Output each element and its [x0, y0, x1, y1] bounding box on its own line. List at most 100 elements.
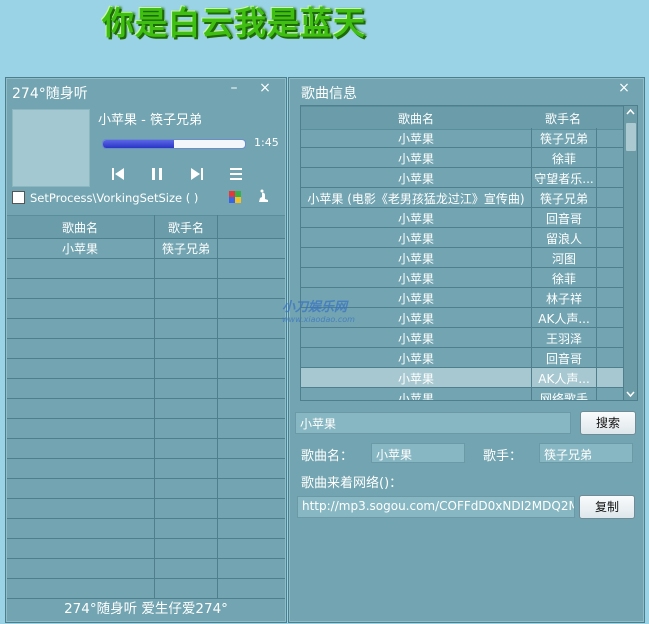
search-results-list[interactable]: 歌曲名 歌手名 小苹果 筷子兄弟 小苹果 徐菲 小苹果 守望者乐... 小苹果 (电影《老男…: [300, 105, 638, 401]
working-set-checkbox[interactable]: [12, 191, 25, 204]
result-row[interactable]: 小苹果 AK人声...: [301, 368, 623, 388]
watermark-logo: 小刀娱乐网 www.xiaodao.com: [282, 296, 355, 324]
result-col-line: [596, 348, 597, 368]
result-song: 小苹果: [397, 252, 434, 266]
watermark-text: 小刀娱乐网: [282, 300, 348, 315]
previous-icon[interactable]: [107, 164, 129, 184]
grid-row-line: [7, 298, 285, 299]
singer-field[interactable]: 筷子兄弟: [539, 443, 633, 463]
search-button[interactable]: 搜索: [580, 411, 636, 435]
result-singer: 王羽泽: [545, 332, 582, 346]
result-row[interactable]: 小苹果 网络歌手: [301, 388, 623, 401]
album-cover: [12, 109, 90, 187]
result-singer: 回音哥: [545, 212, 582, 226]
result-row[interactable]: 小苹果 王羽泽: [301, 328, 623, 348]
playlist-row-song[interactable]: 小苹果: [7, 240, 153, 257]
footer-text: 274°随身听 爱生仔爱274°: [64, 601, 228, 617]
results-scrollbar[interactable]: [623, 106, 637, 400]
result-col-line: [596, 168, 597, 188]
copy-button[interactable]: 复制: [579, 495, 635, 519]
result-singer: 回音哥: [545, 352, 582, 366]
result-col-line: [596, 188, 597, 208]
scroll-up-icon[interactable]: [626, 108, 635, 116]
result-song: 小苹果 (电影《老男孩猛龙过江》宣传曲): [307, 192, 525, 206]
results-col-singer: 歌手名: [544, 112, 581, 126]
grid-row-line: [7, 558, 285, 559]
result-col-line: [596, 228, 597, 248]
result-row[interactable]: 小苹果 (电影《老男孩猛龙过江》宣传曲) 筷子兄弟: [301, 188, 623, 208]
playlist-row-singer[interactable]: 筷子兄弟: [155, 240, 217, 257]
result-song: 小苹果: [397, 332, 434, 346]
result-singer: 林子祥: [545, 292, 582, 306]
result-row[interactable]: 小苹果 守望者乐...: [301, 168, 623, 188]
result-col-line: [596, 128, 597, 148]
grid-row-line: [7, 438, 285, 439]
info-close-button[interactable]: ×: [615, 80, 633, 96]
result-col-line: [596, 368, 597, 388]
result-singer: 网络歌手: [539, 392, 588, 401]
result-row[interactable]: 小苹果 徐菲: [301, 148, 623, 168]
result-song: 小苹果: [397, 392, 434, 401]
result-song: 小苹果: [397, 372, 434, 386]
result-col-line: [596, 268, 597, 288]
result-song: 小苹果: [397, 272, 434, 286]
grid-col-line: [154, 215, 155, 598]
grid-row-line: [7, 318, 285, 319]
result-singer: 守望者乐...: [534, 172, 594, 186]
result-row[interactable]: 小苹果 回音哥: [301, 208, 623, 228]
next-icon[interactable]: [186, 164, 208, 184]
player-close-button[interactable]: ×: [256, 80, 274, 96]
url-field[interactable]: http://mp3.sogou.com/COFFdD0xNDI2MDQ2M: [297, 496, 575, 518]
result-singer: 徐菲: [551, 152, 576, 166]
pause-icon[interactable]: [146, 164, 168, 184]
result-singer: 留浪人: [545, 232, 582, 246]
result-col-line: [596, 388, 597, 400]
playlist-col-song: 歌曲名: [61, 221, 98, 235]
result-singer: 河图: [551, 252, 576, 266]
result-row[interactable]: 小苹果 河图: [301, 248, 623, 268]
playlist-header: 歌曲名 歌手名: [7, 215, 285, 239]
scroll-down-icon[interactable]: [626, 390, 635, 398]
info-title: 歌曲信息: [301, 86, 357, 102]
scroll-thumb[interactable]: [625, 122, 637, 152]
menu-icon[interactable]: [225, 164, 247, 184]
song-info-window: 歌曲信息 × 歌曲名 歌手名 小苹果 筷子兄弟 小苹果 徐菲 小苹果 守望者乐... 小苹果…: [288, 77, 645, 623]
banner-title: 你是白云我是蓝天: [102, 4, 367, 42]
grid-row-line: [7, 498, 285, 499]
time-display: 1:45: [254, 136, 279, 149]
grid-row-line: [7, 238, 285, 239]
grid-row-line: [7, 278, 285, 279]
minimize-button[interactable]: –: [225, 80, 243, 96]
grid-col-line: [217, 215, 218, 598]
grid-row-line: [7, 518, 285, 519]
grid-row-line: [7, 418, 285, 419]
grid-row-line: [7, 258, 285, 259]
grid-row-line: [7, 378, 285, 379]
result-singer: 筷子兄弟: [539, 192, 588, 206]
result-col-line: [596, 248, 597, 268]
result-row[interactable]: 小苹果 筷子兄弟: [301, 128, 623, 148]
color-palette-icon[interactable]: [229, 191, 241, 203]
player-window: 274°随身听 – × 小苹果 - 筷子兄弟 1:45 SetProcess\V…: [5, 77, 287, 623]
search-input[interactable]: 小苹果: [295, 412, 571, 434]
player-title: 274°随身听: [12, 86, 88, 102]
grid-row-line: [7, 458, 285, 459]
results-header: 歌曲名 歌手名: [301, 106, 623, 130]
result-col-line: [596, 148, 597, 168]
result-row[interactable]: 小苹果 回音哥: [301, 348, 623, 368]
grid-row-line: [7, 578, 285, 579]
now-playing-text: 小苹果 - 筷子兄弟: [98, 113, 202, 128]
result-song: 小苹果: [397, 172, 434, 186]
result-row[interactable]: 小苹果 徐菲: [301, 268, 623, 288]
grid-row-line: [7, 478, 285, 479]
skin-icon[interactable]: [256, 189, 271, 204]
result-col-line: [596, 288, 597, 308]
song-name-field[interactable]: 小苹果: [371, 443, 465, 463]
result-singer: AK人声...: [538, 312, 590, 326]
progress-bar[interactable]: [102, 139, 246, 149]
result-song: 小苹果: [397, 132, 434, 146]
results-col-song: 歌曲名: [397, 112, 434, 126]
grid-row-line: [7, 538, 285, 539]
result-row[interactable]: 小苹果 留浪人: [301, 228, 623, 248]
result-song: 小苹果: [397, 152, 434, 166]
